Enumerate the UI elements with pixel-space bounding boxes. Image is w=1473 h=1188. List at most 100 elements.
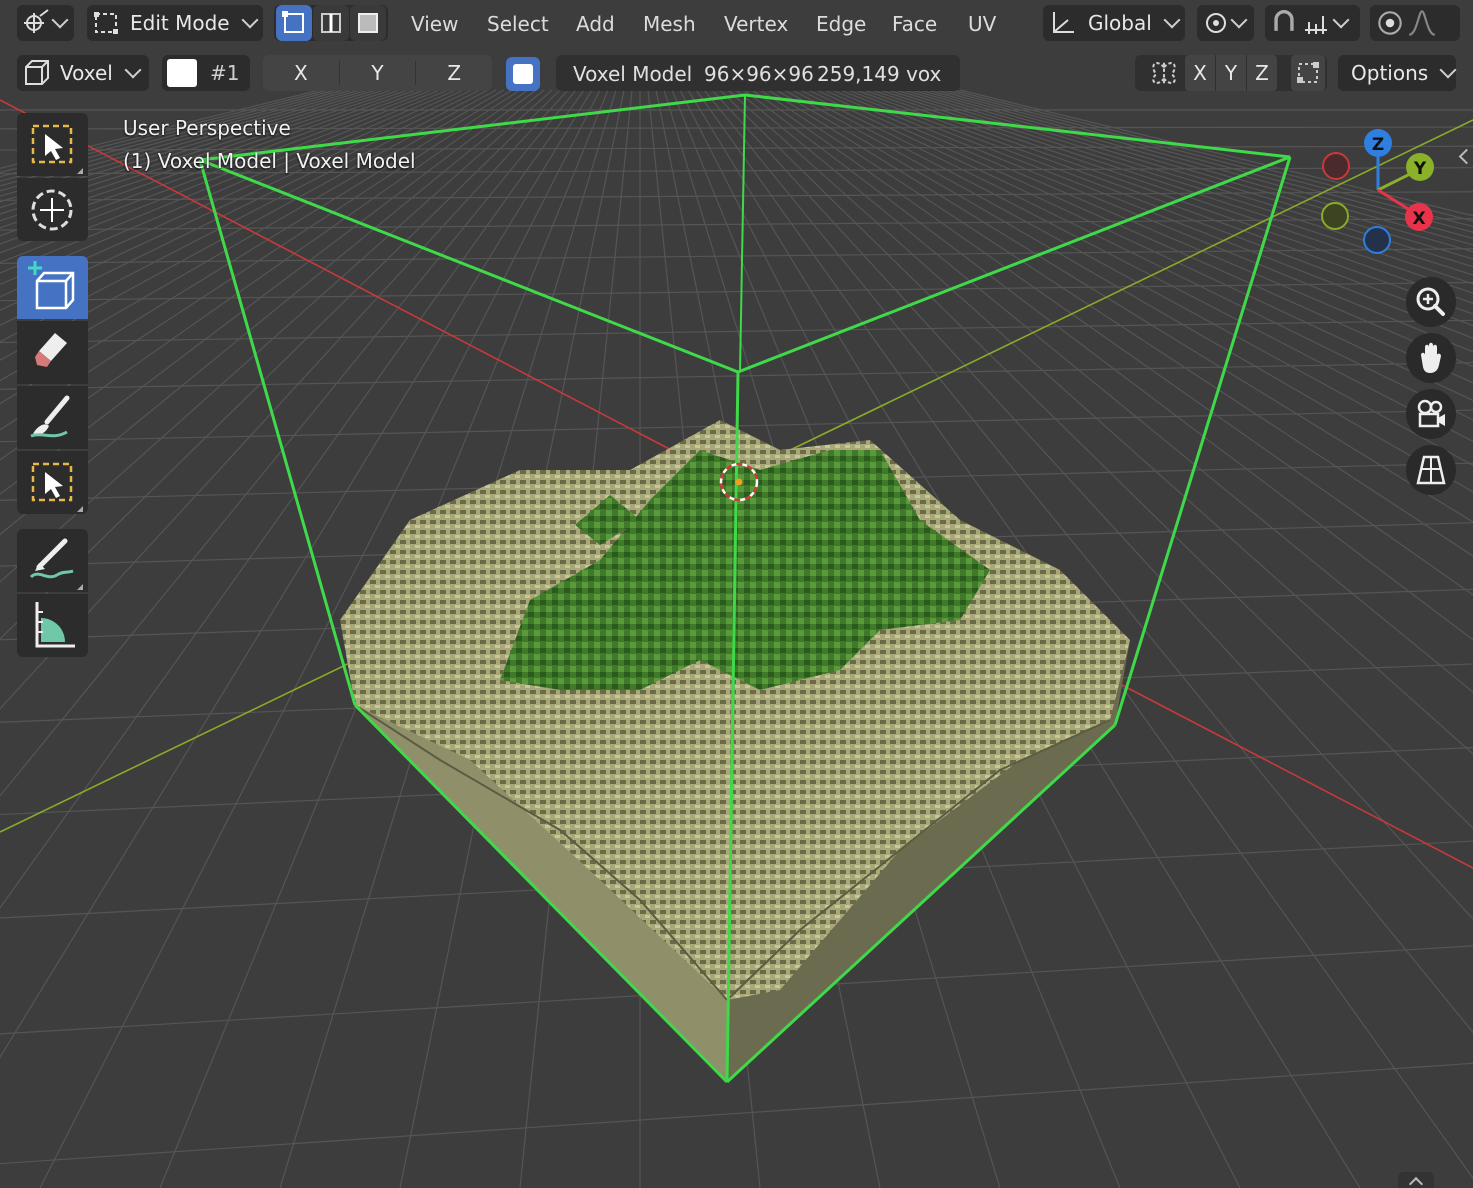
chevron-left-icon [1458,148,1473,165]
editor-type-button[interactable] [17,5,74,41]
brush-label: Voxel [60,61,113,85]
mode-label: Edit Mode [130,11,230,35]
add-voxel-tool[interactable] [17,256,88,319]
pencil-icon [29,538,83,590]
options-label: Options [1351,61,1429,85]
gizmo-neg-x[interactable] [1322,152,1350,180]
menu-select[interactable]: Select [483,6,553,42]
mirror-x-button[interactable]: X [1185,55,1215,91]
mode-dropdown[interactable]: Edit Mode [87,5,263,41]
menu-edge[interactable]: Edge [812,6,870,42]
auto-merge-button[interactable] [1291,55,1325,91]
chevron-down-icon [241,11,259,29]
gizmo-z-label: Z [1372,135,1384,155]
bottom-region-toggle[interactable] [1398,1172,1434,1188]
hand-icon [1421,342,1441,373]
3d-viewport-icon [24,9,49,33]
mirror-z-button[interactable]: Z [1247,55,1277,91]
paint-tool[interactable] [17,386,88,449]
crosshair-icon [31,189,73,231]
orientation-axes-icon [1053,12,1074,33]
mirror-y-button[interactable]: Y [1216,55,1246,91]
camera-view-button[interactable] [1406,389,1456,439]
pan-button[interactable] [1406,333,1456,383]
magnet-icon[interactable] [1267,6,1301,40]
menu-mesh[interactable]: Mesh [639,6,700,42]
axis-button-group: X Y Z [263,55,492,91]
color-index-label: #1 [210,61,240,85]
view-name: User Perspective [123,116,291,140]
blender-window: Z Y X User Perspective (1) Voxel Model |… [0,0,1473,1188]
select-box-icon [31,124,83,174]
zoom-button[interactable] [1406,277,1456,327]
color-swatch[interactable] [167,59,197,87]
chevron-down-icon [51,11,69,29]
measure-tool[interactable] [17,594,88,657]
perspective-grid-icon [1416,455,1446,485]
brush-icon [30,395,70,438]
color-slot-field[interactable]: #1 [162,55,250,91]
menu-vertex[interactable]: Vertex [720,6,792,42]
gizmo-y-label: Y [1413,159,1427,179]
face-select-button[interactable] [350,5,386,41]
select-mode-group [274,5,388,41]
edit-mode-icon [94,12,118,34]
falloff-curve-icon[interactable] [1406,7,1438,39]
model-name: Voxel Model [573,62,693,86]
axis-y-button[interactable]: Y [340,61,417,85]
vertex-select-icon [282,11,304,33]
voxel-cube-icon [25,60,49,85]
chevron-down-icon [124,61,142,79]
gizmo-neg-z[interactable] [1363,226,1391,254]
camera-icon [1417,399,1445,428]
voxel-count: 259,149 vox [817,62,942,86]
options-dropdown[interactable]: Options [1338,55,1457,91]
eraser-icon [35,333,67,367]
chevron-down-icon [1439,61,1457,79]
object-info: (1) Voxel Model | Voxel Model [123,149,416,173]
cursor-tool[interactable] [17,178,88,241]
checkbox-inner [513,64,533,84]
zoom-in-icon [1416,287,1445,316]
proportional-editing-group [1370,5,1460,41]
edge-select-icon [321,13,341,33]
erase-tool[interactable] [17,321,88,384]
select-box-tool[interactable] [17,113,88,176]
ruler-icon [35,602,75,648]
select-region-tool[interactable] [17,451,88,514]
gizmo-neg-y[interactable] [1321,202,1349,230]
select-region-icon [31,462,83,512]
checkbox-toggle[interactable] [506,57,540,91]
chevron-up-icon [1408,1176,1424,1188]
menu-add[interactable]: Add [572,6,619,42]
orientation-label: Global [1088,11,1152,35]
mirror-group: X Y Z [1135,55,1327,91]
proportional-editing-icon[interactable] [1374,7,1406,39]
snapping-group [1265,5,1360,41]
pivot-icon [1206,13,1226,33]
vertex-select-button[interactable] [276,5,312,41]
snap-increment-icon[interactable] [1301,8,1331,38]
auto-merge-icon [1297,62,1319,83]
pivot-point-dropdown[interactable] [1197,5,1254,41]
gizmo-x-label: X [1412,209,1425,229]
chevron-down-icon [1230,11,1248,29]
edge-select-button[interactable] [313,5,349,41]
projection-toggle-button[interactable] [1406,445,1456,495]
annotate-tool[interactable] [17,529,88,592]
chevron-down-icon [1163,11,1181,29]
brush-dropdown[interactable]: Voxel [17,55,149,91]
menu-face[interactable]: Face [888,6,941,42]
axis-x-button[interactable]: X [263,61,340,85]
3d-viewport[interactable]: Z Y X [0,0,1473,1188]
menu-view[interactable]: View [407,6,462,42]
menu-uv[interactable]: UV [964,6,1000,42]
chevron-down-icon [1332,11,1350,29]
add-cube-icon [28,261,75,310]
model-dimensions: 96×96×96 [704,62,814,86]
transform-orientation-dropdown[interactable]: Global [1043,5,1185,41]
mirror-butterfly-icon [1152,62,1176,86]
axis-z-button[interactable]: Z [416,61,492,85]
face-select-icon [358,13,378,33]
sidebar-toggle[interactable] [1455,140,1473,174]
